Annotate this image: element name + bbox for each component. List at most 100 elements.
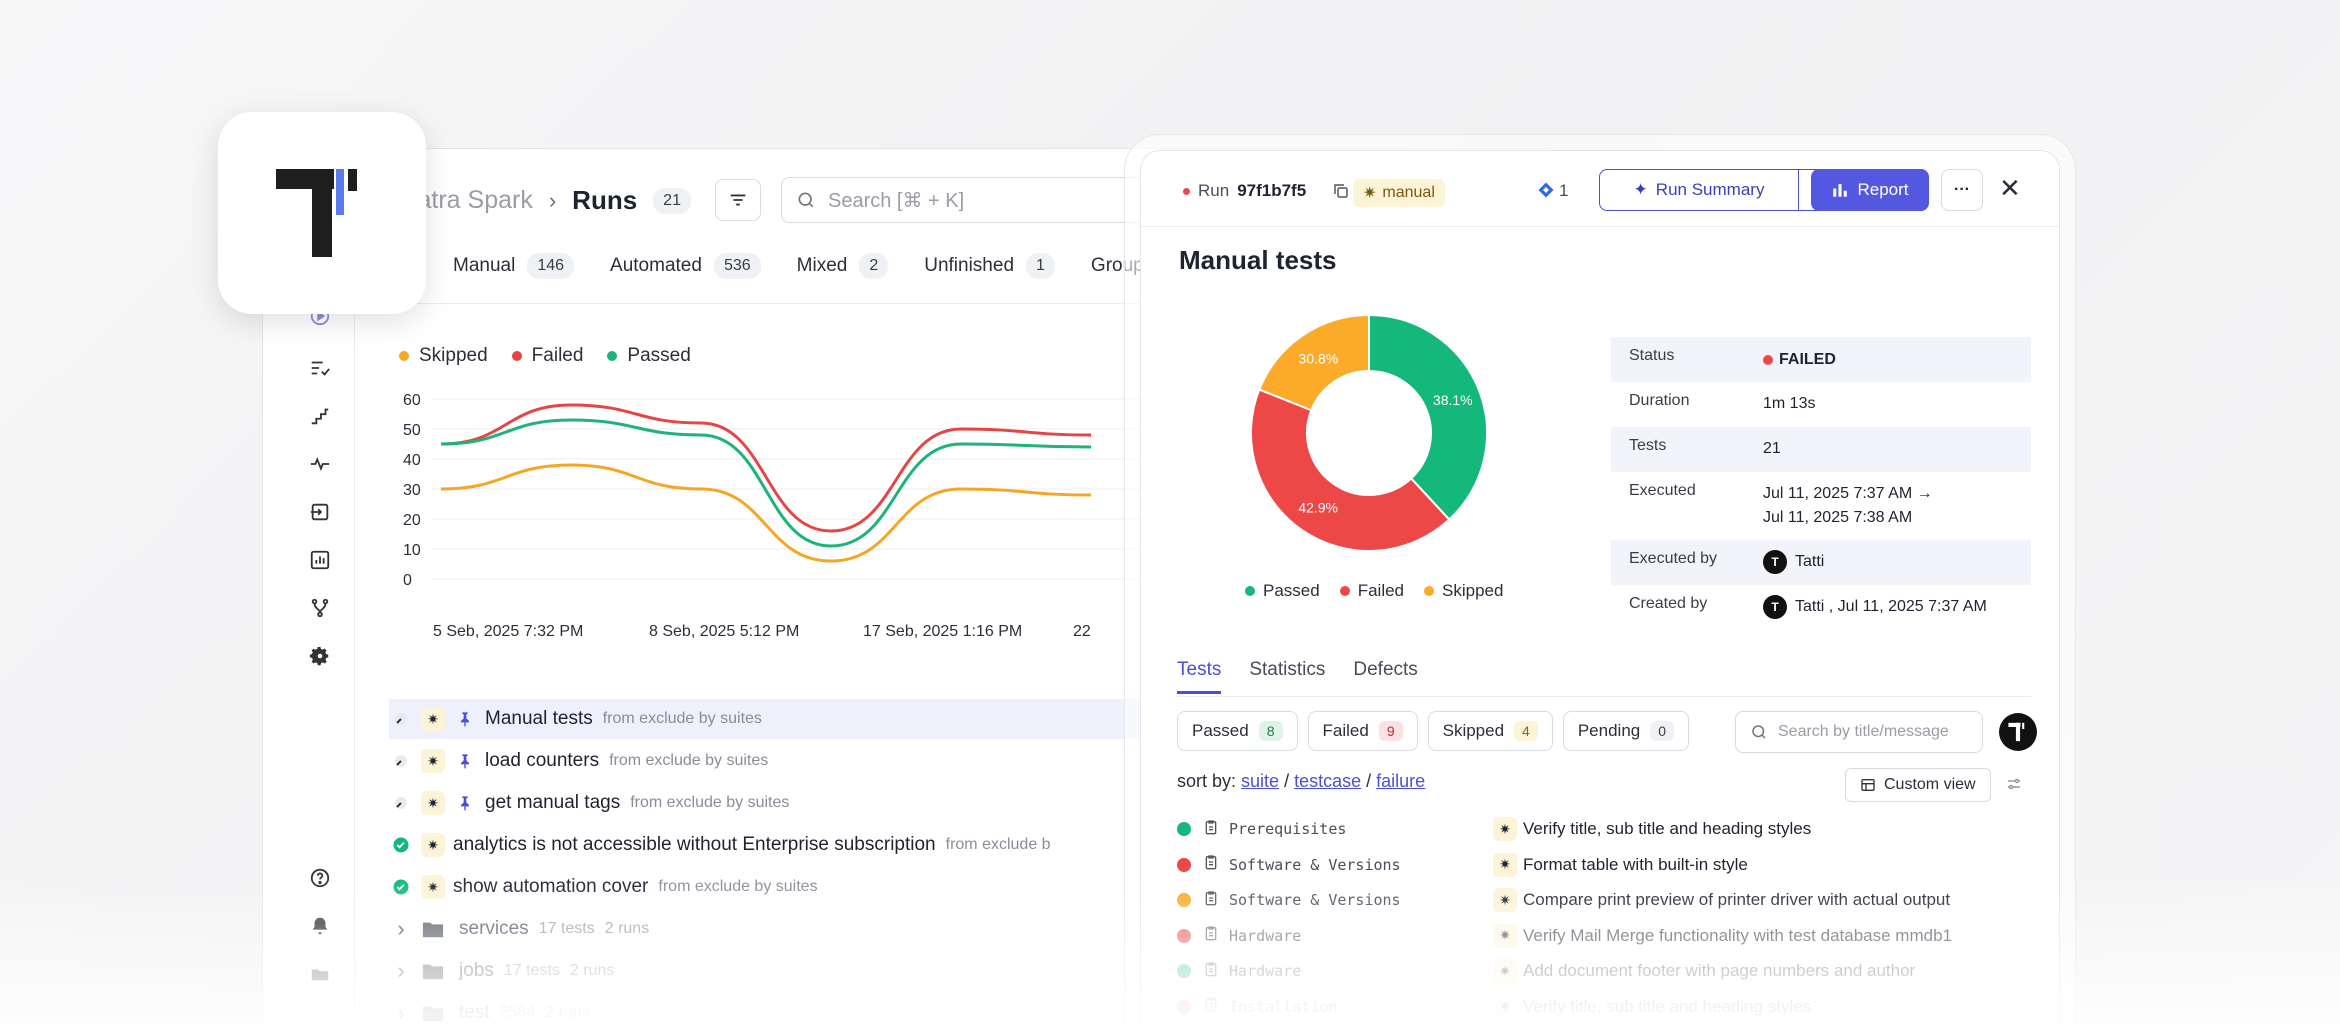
test-name: analytics is not accessible without Ente… [453, 834, 936, 855]
donut-slice-label: 38.1% [1433, 392, 1473, 408]
pin-icon[interactable] [453, 791, 477, 815]
tab-label: Unfinished [924, 255, 1015, 276]
report-button[interactable]: Report [1811, 169, 1929, 211]
pulse-icon[interactable] [307, 451, 333, 477]
donut-slice-label: 30.8% [1299, 351, 1339, 367]
folder-icon [421, 959, 445, 983]
donut-legend-passed[interactable]: Passed [1245, 581, 1320, 601]
pin-icon[interactable] [453, 749, 477, 773]
failed-status-icon [1177, 857, 1191, 872]
tab-automated[interactable]: Automated 536 [610, 253, 761, 279]
test-search-input[interactable]: Search by title/message [1735, 711, 1983, 753]
filter-chip-skipped[interactable]: Skipped 4 [1427, 711, 1553, 751]
suite-name: Prerequisites [1229, 820, 1347, 838]
user-name: Tatti [1795, 553, 1825, 571]
info-value: 1m 13s [1763, 392, 1815, 417]
panel-tab-defects[interactable]: Defects [1353, 659, 1417, 694]
chevron-right-icon[interactable]: › [389, 916, 413, 941]
close-icon[interactable]: ✕ [1999, 173, 2021, 204]
sort-by: sort by: suite / testcase / failure [1177, 771, 1426, 791]
donut-legend-skipped[interactable]: Skipped [1424, 581, 1503, 601]
run-summary-button[interactable]: ✦ Run Summary [1599, 169, 1799, 211]
test-title: ✷ Verify title, sub title and heading sty… [1493, 994, 1812, 1019]
panel-tab-tests[interactable]: Tests [1177, 659, 1222, 694]
filter-chip-passed[interactable]: Passed 8 [1177, 711, 1298, 751]
result-row[interactable]: Prerequisites ✷ Verify title, sub title an… [1177, 813, 2037, 845]
pin-icon[interactable] [453, 707, 477, 731]
result-row[interactable]: Installation ✷ Verify title, sub title and… [1177, 991, 2037, 1023]
legend-label: Passed [627, 345, 691, 366]
info-row-executed: Executed Jul 11, 2025 7:37 AM → Jul 11, 20… [1611, 472, 2031, 540]
folder-runs: 2 runs [569, 962, 615, 979]
run-info-table: Status FAILED Duration 1m 13s Tests 21 Execute… [1611, 337, 2031, 630]
manual-sparkle-icon: ✷ [421, 749, 445, 773]
result-row[interactable]: Software & Versions ✷ Format table with bu… [1177, 849, 2037, 881]
donut-legend-failed[interactable]: Failed [1339, 581, 1404, 601]
panel-header: Run 97f1b7f5 ✷ manual 1 ✦ Run Summary ··… [1141, 151, 2059, 227]
manual-sparkle-icon: ✷ [1493, 817, 1517, 841]
test-name: Manual tests [485, 708, 593, 729]
donut-slice-passed[interactable] [1368, 313, 1488, 521]
filter-chip-pending[interactable]: Pending 0 [1562, 711, 1690, 751]
chip-count: 8 [1258, 721, 1283, 741]
passed-status-icon [1177, 822, 1191, 836]
ai-sparkle-icon: ✦ [1633, 180, 1648, 199]
tab-mixed[interactable]: Mixed 2 [797, 253, 889, 279]
tab-manual[interactable]: Manual 146 [453, 253, 575, 279]
test-title-text: Verify title, sub title and heading styl… [1523, 996, 1812, 1016]
run-type-tabs: Manual 146 Automated 536 Mixed 2 Unfinished 1 Gr… [453, 253, 1144, 279]
tab-count: 1 [1026, 253, 1055, 279]
folder-tests: 2584 [499, 1004, 536, 1021]
test-title-text: Verify title, sub title and heading styl… [1523, 819, 1812, 838]
manual-sparkle-icon: ✷ [1493, 959, 1517, 983]
result-row[interactable]: Hardware ✷ Verify Mail Merge functionality… [1177, 920, 2037, 952]
info-row-status: Status FAILED [1611, 337, 2031, 382]
import-icon[interactable] [307, 499, 333, 525]
test-title: ✷ Add document footer with page numbers a… [1493, 959, 1915, 983]
custom-view-button[interactable]: Custom view [1845, 768, 1991, 802]
test-source: from exclude by suites [602, 710, 762, 727]
sort-failure-link[interactable]: failure [1376, 771, 1425, 791]
panel-title: Manual tests [1179, 245, 1337, 275]
panel-tab-statistics[interactable]: Statistics [1249, 659, 1325, 694]
checklist-icon[interactable] [307, 355, 333, 381]
chip-label: Skipped [1442, 721, 1505, 740]
stairs-icon[interactable] [307, 403, 333, 429]
panel-tabs-divider [1177, 696, 2031, 697]
branch-icon[interactable] [307, 595, 333, 621]
app-logo-icon [276, 169, 357, 257]
sort-suite-link[interactable]: suite [1241, 771, 1279, 791]
gear-icon[interactable] [307, 643, 333, 669]
failed-status-icon [1177, 999, 1191, 1014]
legend-item-skipped[interactable]: Skipped [399, 345, 488, 367]
copy-icon[interactable] [1332, 182, 1350, 200]
jira-link[interactable] [1537, 181, 1555, 199]
manual-sparkle-icon: ✷ [421, 833, 445, 857]
legend-item-passed[interactable]: Passed [607, 345, 691, 367]
tab-unfinished[interactable]: Unfinished 1 [924, 253, 1055, 279]
chevron-right-icon[interactable]: › [389, 958, 413, 983]
filter-chip-failed[interactable]: Failed 9 [1307, 711, 1418, 751]
folder-stack-icon[interactable] [307, 961, 333, 987]
test-source: from exclude b [945, 836, 1051, 853]
test-source: from exclude by suites [658, 878, 818, 895]
x-tick-label: 8 Seb, 2025 5:12 PM [649, 623, 799, 640]
tab-label: Automated [610, 255, 702, 276]
suite-name: Software & Versions [1229, 891, 1401, 909]
manual-sparkle-icon: ✷ [1493, 888, 1517, 912]
user-avatar[interactable] [1999, 713, 2037, 751]
filter-button[interactable] [715, 179, 761, 221]
check-circle-icon [389, 875, 413, 899]
manual-badge-label: manual [1382, 184, 1435, 201]
result-row[interactable]: Hardware ✷ Add document footer with page n… [1177, 955, 2037, 987]
chevron-right-icon[interactable]: › [389, 1000, 413, 1024]
result-row[interactable]: Software & Versions ✷ Compare print previe… [1177, 884, 2037, 916]
legend-item-failed[interactable]: Failed [511, 345, 583, 367]
more-options-button[interactable]: ··· [1941, 169, 1983, 211]
sliders-icon[interactable] [2005, 775, 2023, 798]
sort-testcase-link[interactable]: testcase [1294, 771, 1361, 791]
analytics-icon[interactable] [307, 547, 333, 573]
test-title: ✷ Format table with built-in style [1493, 852, 1748, 877]
bell-icon[interactable] [307, 913, 333, 939]
help-icon[interactable] [307, 865, 333, 891]
